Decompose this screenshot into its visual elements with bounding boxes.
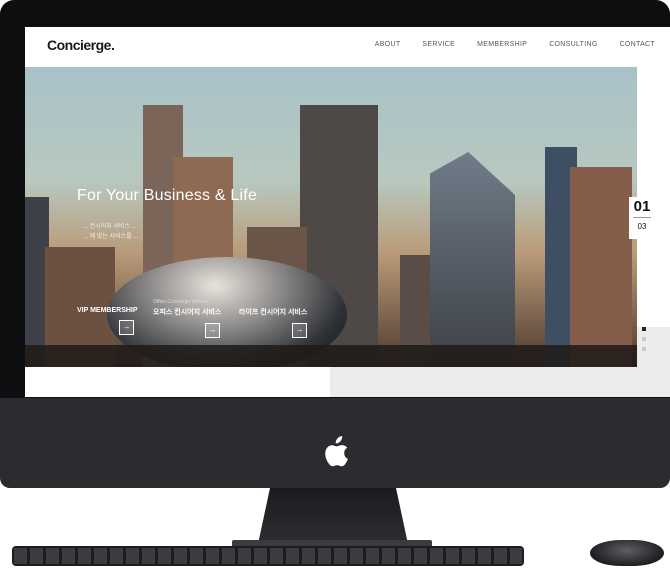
- building-crown: [430, 152, 515, 367]
- slide-counter: 01 03: [629, 197, 655, 239]
- crowd-silhouette: [25, 345, 637, 367]
- service-life-label: 라이프 컨시어지 서비스: [239, 309, 308, 316]
- imac-stand: [258, 488, 408, 544]
- arrow-right-icon[interactable]: →: [119, 320, 134, 335]
- website-screen: Concierge. ABOUT SERVICE MEMBERSHIP CONS…: [25, 27, 670, 397]
- nav-about[interactable]: ABOUT: [375, 41, 401, 48]
- keyboard: [12, 546, 524, 566]
- service-vip[interactable]: VIP MEMBERSHIP →: [77, 299, 138, 335]
- slide-dots: [642, 327, 648, 357]
- keyboard-keys: [14, 548, 522, 564]
- service-office-tagline: Office Concierge Service: [153, 299, 209, 305]
- service-life[interactable]: 라이프 컨시어지 서비스 →: [239, 299, 307, 338]
- slide-dot[interactable]: [642, 327, 646, 331]
- service-life-tagline: [239, 299, 307, 307]
- service-office[interactable]: Office Concierge Service 오피스 컨시어지 서비스 →: [153, 299, 221, 338]
- service-vip-label: VIP MEMBERSHIP: [77, 307, 138, 314]
- slide-current: 01: [633, 198, 651, 215]
- service-vip-tagline: [77, 299, 138, 307]
- hero-subtext-1: ... 컨시어지 서비스 ...: [83, 224, 137, 230]
- building-right: [570, 167, 632, 367]
- nav-contact[interactable]: CONTACT: [620, 41, 655, 48]
- brand-logo[interactable]: Concierge.: [47, 37, 115, 53]
- nav-membership[interactable]: MEMBERSHIP: [477, 41, 527, 48]
- hero-image: For Your Business & Life ... 컨시어지 서비스 ..…: [25, 67, 637, 367]
- slide-dot[interactable]: [642, 337, 646, 341]
- mouse: [590, 540, 664, 566]
- hero-subtext-2: ... 에 맞는 서비스를 ...: [83, 234, 139, 240]
- apple-logo-icon: [325, 436, 348, 467]
- arrow-right-icon[interactable]: →: [292, 323, 307, 338]
- service-office-label: 오피스 컨시어지 서비스: [153, 309, 222, 316]
- slide-dot[interactable]: [642, 347, 646, 351]
- slide-total: 03: [633, 217, 651, 236]
- nav-service[interactable]: SERVICE: [422, 41, 455, 48]
- main-nav: ABOUT SERVICE MEMBERSHIP CONSULTING CONT…: [375, 41, 655, 48]
- arrow-right-icon[interactable]: →: [205, 323, 220, 338]
- nav-consulting[interactable]: CONSULTING: [549, 41, 597, 48]
- hero-headline: For Your Business & Life: [77, 187, 258, 204]
